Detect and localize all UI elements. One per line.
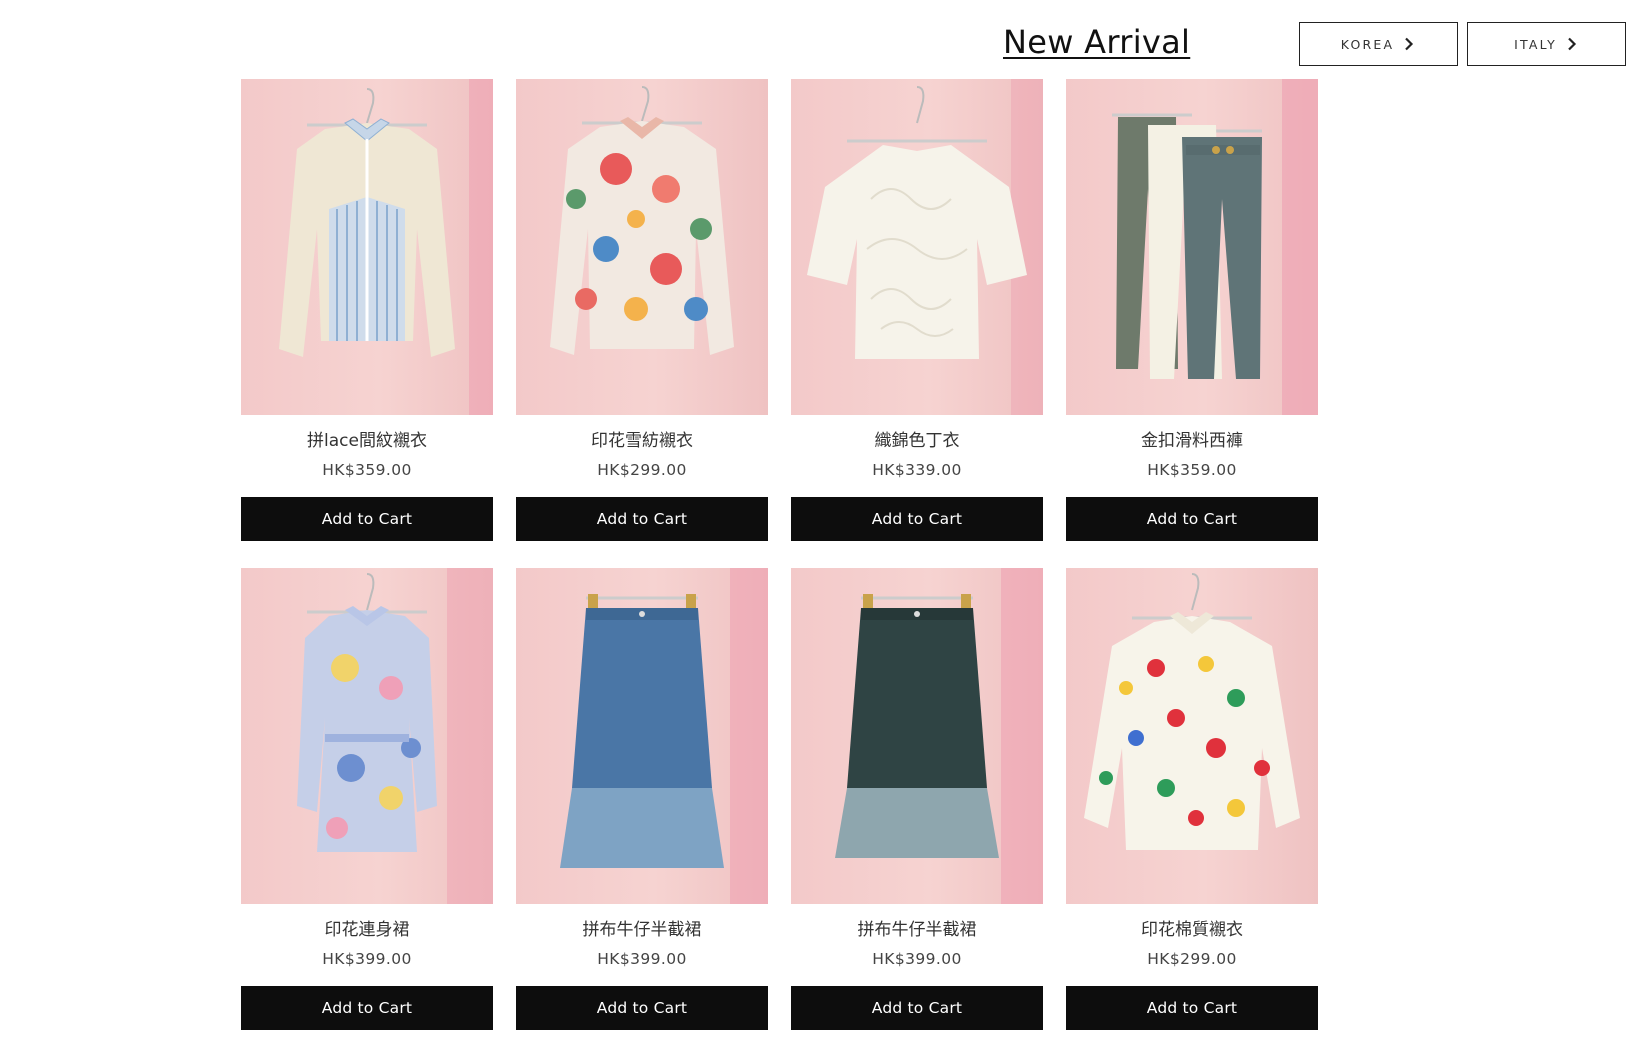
add-to-cart-button[interactable]: Add to Cart: [516, 497, 768, 541]
add-to-cart-button[interactable]: Add to Cart: [1066, 986, 1318, 1030]
product-price: HK$359.00: [322, 461, 412, 479]
add-to-cart-button[interactable]: Add to Cart: [516, 986, 768, 1030]
product-name[interactable]: 拼布牛仔半截裙: [791, 918, 1043, 942]
product-name[interactable]: 金扣滑料西褲: [1066, 429, 1318, 453]
chevron-right-icon: [1568, 37, 1576, 51]
product-card: 拼布牛仔半截裙 HK$399.00 Add to Cart: [516, 568, 768, 1030]
add-to-cart-button[interactable]: Add to Cart: [1066, 497, 1318, 541]
product-card: 印花雪紡襯衣 HK$299.00 Add to Cart: [516, 79, 768, 541]
product-name[interactable]: 拼lace間紋襯衣: [241, 429, 493, 453]
product-card: 拼lace間紋襯衣 HK$359.00 Add to Cart: [241, 79, 493, 541]
page-title[interactable]: New Arrival: [1003, 20, 1190, 64]
product-image-jacquard-top[interactable]: [791, 79, 1043, 415]
product-price: HK$359.00: [1147, 461, 1237, 479]
add-to-cart-button[interactable]: Add to Cart: [791, 497, 1043, 541]
product-price: HK$399.00: [872, 950, 962, 968]
product-name[interactable]: 印花連身裙: [241, 918, 493, 942]
product-image-lace-blouse[interactable]: [241, 79, 493, 415]
add-to-cart-button[interactable]: Add to Cart: [241, 497, 493, 541]
italy-button[interactable]: ITALY: [1467, 22, 1626, 66]
product-price: HK$299.00: [1147, 950, 1237, 968]
product-card: 織錦色丁衣 HK$339.00 Add to Cart: [791, 79, 1043, 541]
korea-button[interactable]: KOREA: [1299, 22, 1458, 66]
add-to-cart-button[interactable]: Add to Cart: [791, 986, 1043, 1030]
product-image-blue-denim-skirt[interactable]: [516, 568, 768, 904]
product-price: HK$399.00: [597, 950, 687, 968]
product-card: 拼布牛仔半截裙 HK$399.00 Add to Cart: [791, 568, 1043, 1030]
product-price: HK$299.00: [597, 461, 687, 479]
product-name[interactable]: 印花棉質襯衣: [1066, 918, 1318, 942]
product-image-floral-cotton-shirt[interactable]: [1066, 568, 1318, 904]
korea-button-label: KOREA: [1340, 36, 1395, 52]
italy-button-label: ITALY: [1514, 36, 1557, 52]
product-card: 金扣滑料西褲 HK$359.00 Add to Cart: [1066, 79, 1318, 541]
product-card: 印花連身裙 HK$399.00 Add to Cart: [241, 568, 493, 1030]
chevron-right-icon: [1405, 37, 1414, 51]
product-name[interactable]: 織錦色丁衣: [791, 429, 1043, 453]
product-name[interactable]: 拼布牛仔半截裙: [516, 918, 768, 942]
product-price: HK$339.00: [872, 461, 962, 479]
product-price: HK$399.00: [322, 950, 412, 968]
add-to-cart-button[interactable]: Add to Cart: [241, 986, 493, 1030]
product-image-printed-dress[interactable]: [241, 568, 493, 904]
product-image-floral-chiffon-shirt[interactable]: [516, 79, 768, 415]
product-image-dark-denim-skirt[interactable]: [791, 568, 1043, 904]
product-card: 印花棉質襯衣 HK$299.00 Add to Cart: [1066, 568, 1318, 1030]
product-image-trousers[interactable]: [1066, 79, 1318, 415]
product-name[interactable]: 印花雪紡襯衣: [516, 429, 768, 453]
